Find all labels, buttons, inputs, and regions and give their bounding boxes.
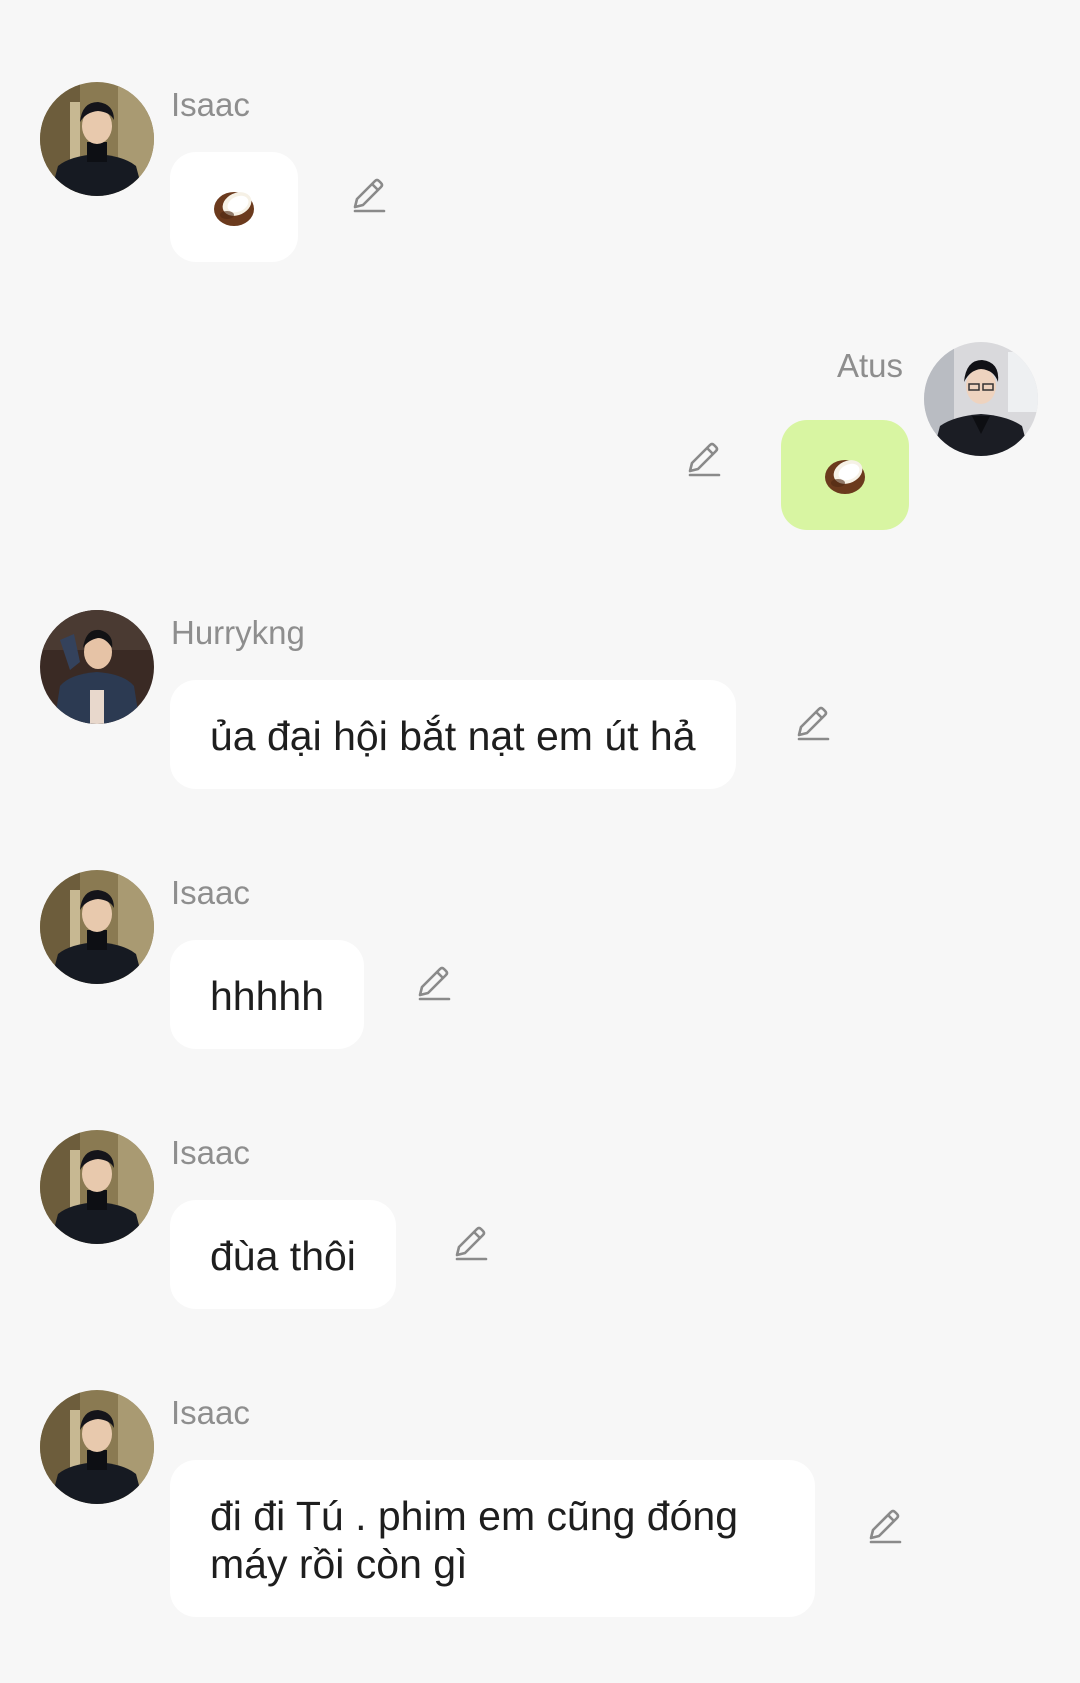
avatar-isaac[interactable] [40, 870, 154, 984]
pencil-edit-icon[interactable] [346, 172, 390, 216]
pencil-edit-icon[interactable] [681, 436, 725, 480]
sender-name: Isaac [171, 1394, 250, 1431]
avatar-hurrykng[interactable] [40, 610, 154, 724]
message-bubble[interactable]: hhhhh [170, 940, 365, 1049]
pencil-edit-icon[interactable] [448, 1220, 492, 1264]
message-bubble[interactable]: ủa đại hội bắt nạt em út hả [170, 680, 736, 789]
pencil-edit-icon[interactable] [790, 700, 834, 744]
avatar-isaac[interactable] [40, 1390, 154, 1504]
coconut-emoji-icon [209, 182, 259, 232]
sender-name: Isaac [171, 874, 250, 911]
sender-name: Isaac [171, 1134, 250, 1171]
coconut-emoji-icon [820, 450, 870, 500]
avatar-atus[interactable] [924, 342, 1038, 456]
sender-name: Isaac [171, 86, 250, 123]
avatar-isaac[interactable] [40, 82, 154, 196]
sender-name: Atus [837, 347, 904, 384]
pencil-edit-icon[interactable] [411, 960, 455, 1004]
pencil-edit-icon[interactable] [862, 1503, 906, 1547]
message-bubble[interactable]: đùa thôi [170, 1200, 396, 1309]
message-bubble-emoji[interactable] [781, 420, 909, 530]
sender-name: Hurrykng [171, 614, 305, 651]
message-bubble[interactable]: đi đi Tú . phim em cũng đóng máy rồi còn… [170, 1460, 815, 1617]
avatar-isaac[interactable] [40, 1130, 154, 1244]
chat-thread: Isaac Atus Hurrykng ủa đại hội bắt nạt e… [0, 0, 1080, 1683]
message-bubble-emoji[interactable] [170, 152, 298, 262]
